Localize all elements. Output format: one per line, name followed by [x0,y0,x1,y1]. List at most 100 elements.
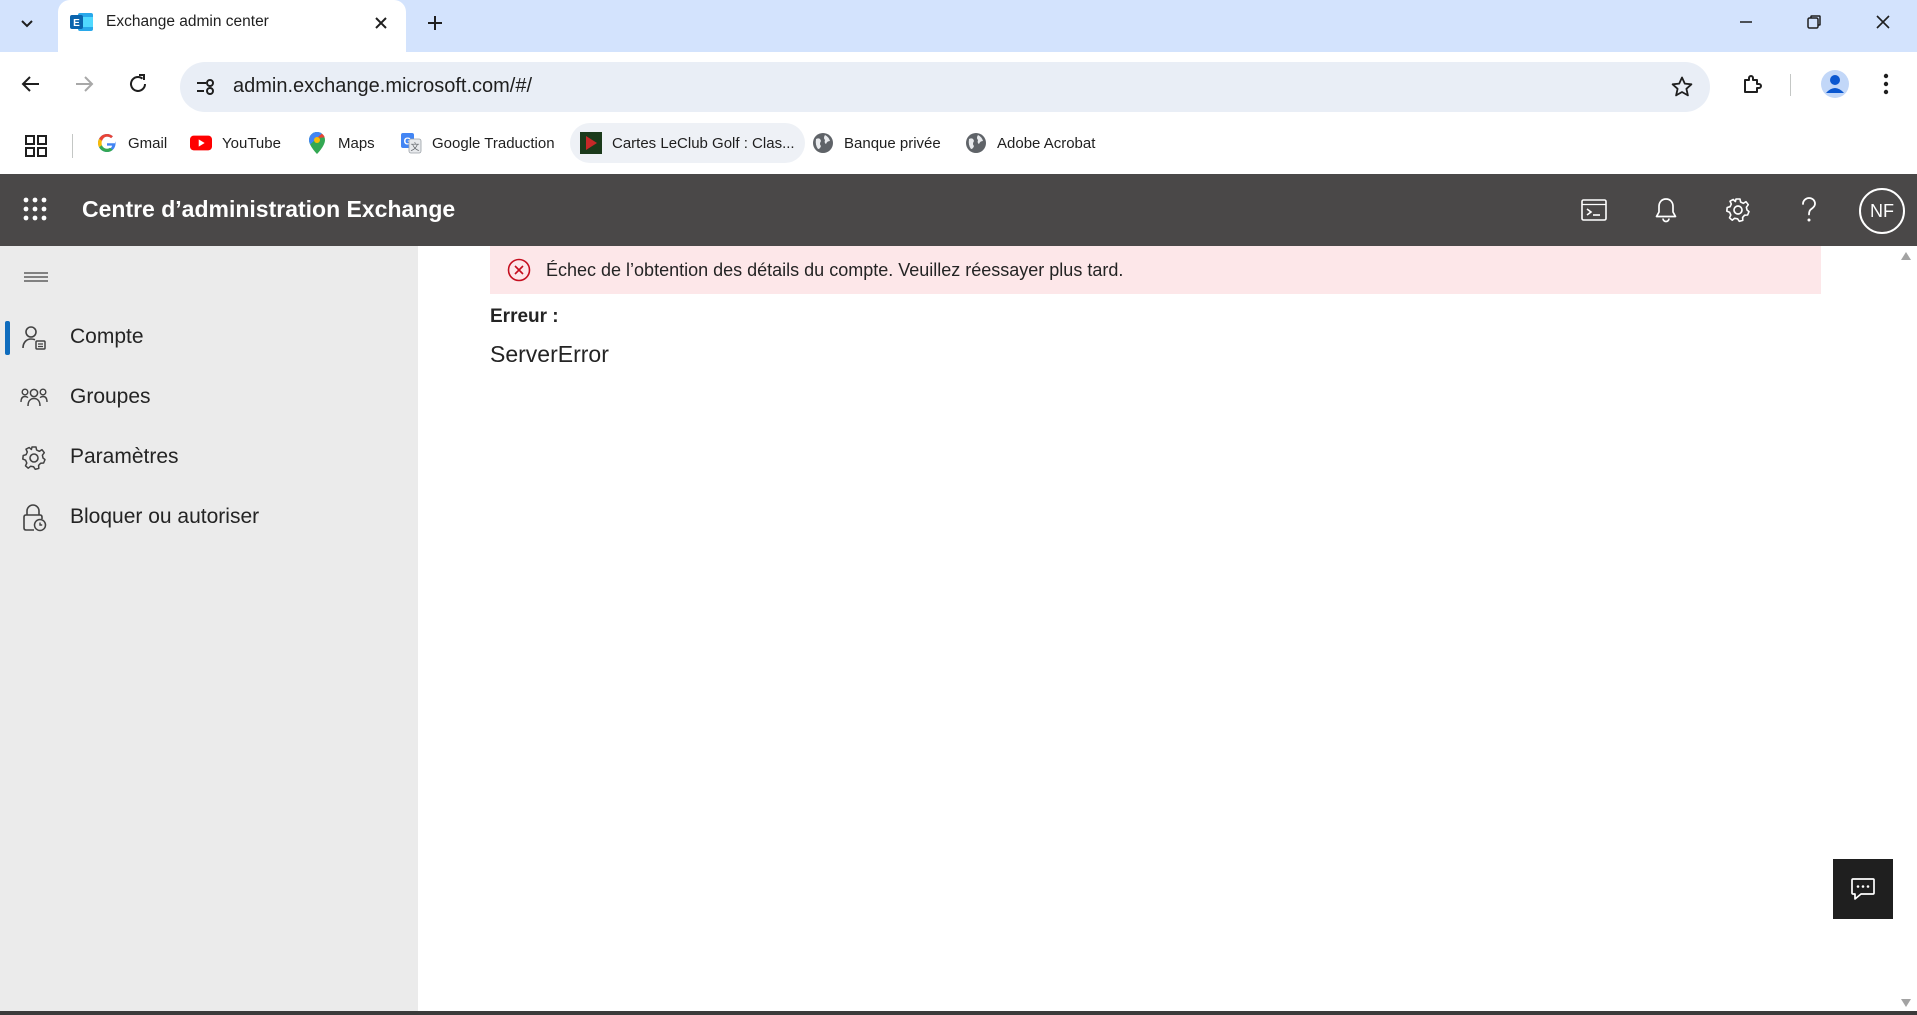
restore-icon [1807,15,1821,29]
terminal-icon [1581,199,1607,221]
minimize-button[interactable] [1712,0,1780,44]
puzzle-icon [1744,75,1762,93]
profile-button[interactable] [1815,64,1855,104]
more-vertical-icon [1883,73,1889,95]
nav-item-label: Groupes [70,385,151,408]
tab-search-button[interactable] [10,6,44,40]
browser-tab-strip: E Exchange admin center [0,0,1917,52]
bookmark-label: Cartes LeClub Golf : Clas... [612,134,795,152]
error-message: Échec de l’obtention des détails du comp… [546,260,1124,280]
apps-button[interactable] [20,130,52,162]
chat-feedback-icon [1851,878,1875,900]
exchange-icon: E [70,12,94,32]
bookmark-leclub-golf[interactable]: Cartes LeClub Golf : Clas... [570,123,805,163]
people-group-icon [20,384,48,412]
bookmark-label: Maps [338,134,375,152]
toolbar-divider [1790,74,1791,96]
feedback-button[interactable] [1833,859,1893,919]
error-value: ServerError [490,341,609,367]
nav-item-label: Bloquer ou autoriser [70,505,260,528]
help-button[interactable] [1787,188,1831,232]
svg-text:E: E [73,18,80,29]
restore-button[interactable] [1780,0,1848,44]
gear-icon [1726,198,1750,223]
profile-icon [1821,70,1849,98]
gear-icon [20,444,48,472]
close-icon [1876,15,1890,29]
bookmarks-divider [72,134,73,158]
main-content: Échec de l’obtention des détails du comp… [418,246,1896,1015]
bell-icon [1655,198,1677,223]
error-circle-icon [506,257,532,283]
window-bottom-edge [0,1011,1917,1015]
youtube-icon [190,132,212,154]
bookmarks-bar: Gmail YouTube Maps G文 Google Traduction … [0,120,1917,172]
avatar[interactable]: NF [1859,188,1905,234]
nav-item-label: Compte [70,325,144,348]
waffle-icon [23,197,47,221]
left-navigation: Compte Groupes Paramètres Bloquer ou aut… [0,246,418,1015]
bookmark-youtube[interactable]: YouTube [180,123,291,163]
tab-close-icon[interactable] [368,10,394,36]
person-list-icon [20,324,48,352]
app-title[interactable]: Centre d’administration Exchange [82,196,455,223]
translate-icon: G文 [400,132,422,154]
nav-item-parametres[interactable]: Paramètres [0,432,418,482]
extensions-button[interactable] [1733,64,1773,104]
bookmark-label: Banque privée [844,134,941,152]
scroll-up-arrow-icon[interactable] [1901,252,1911,260]
plus-icon [428,16,442,30]
close-window-button[interactable] [1849,0,1917,44]
settings-button[interactable] [1716,188,1760,232]
tab-title: Exchange admin center [106,13,269,30]
bookmark-label: Gmail [128,134,168,152]
app-launcher-button[interactable] [14,188,56,230]
cloud-shell-button[interactable] [1572,188,1616,232]
bookmark-gmail[interactable]: Gmail [86,123,177,163]
site-info-icon[interactable] [190,71,222,103]
forward-button[interactable] [64,64,104,104]
url-text[interactable]: admin.exchange.microsoft.com/#/ [233,75,532,98]
bookmark-banque-privee[interactable]: Banque privée [802,123,951,163]
back-button[interactable] [11,64,51,104]
google-icon [96,132,118,154]
active-indicator [5,321,10,355]
bookmark-label: Google Traduction [432,134,555,152]
leclub-golf-icon [580,132,602,154]
notifications-button[interactable] [1644,188,1688,232]
new-tab-button[interactable] [418,6,452,40]
scroll-down-arrow-icon[interactable] [1901,999,1911,1007]
hamburger-icon [24,272,48,282]
reload-button[interactable] [118,64,158,104]
chevron-down-icon [21,20,33,28]
nav-item-groupes[interactable]: Groupes [0,372,418,422]
bookmark-adobe-acrobat[interactable]: Adobe Acrobat [955,123,1105,163]
lock-clock-icon [20,504,48,532]
arrow-left-icon [21,76,39,92]
reload-icon [130,74,146,92]
error-label: Erreur : [490,306,559,327]
nav-item-label: Paramètres [70,445,179,468]
browser-menu-button[interactable] [1866,64,1906,104]
question-icon [1802,197,1816,222]
minimize-icon [1740,21,1752,23]
bookmark-star-icon[interactable] [1668,73,1696,101]
apps-grid-icon [25,135,47,157]
bookmark-google-traduction[interactable]: G文 Google Traduction [390,123,565,163]
bookmark-label: YouTube [222,134,281,152]
vertical-scrollbar[interactable] [1896,246,1917,1015]
globe-icon [812,132,834,154]
collapse-nav-button[interactable] [18,262,54,292]
nav-item-bloquer-ou-autoriser[interactable]: Bloquer ou autoriser [0,492,418,542]
bookmark-label: Adobe Acrobat [997,134,1096,152]
address-bar[interactable]: admin.exchange.microsoft.com/#/ [180,62,1710,112]
svg-text:文: 文 [410,141,419,153]
error-message-bar: Échec de l’obtention des détails du comp… [490,246,1821,294]
arrow-right-icon [76,76,94,92]
nav-item-compte[interactable]: Compte [0,312,418,362]
globe-icon [965,132,987,154]
bookmark-maps[interactable]: Maps [296,123,385,163]
active-tab[interactable]: E Exchange admin center [58,0,406,52]
maps-pin-icon [306,132,328,154]
suite-header: Centre d’administration Exchange NF [0,174,1917,246]
